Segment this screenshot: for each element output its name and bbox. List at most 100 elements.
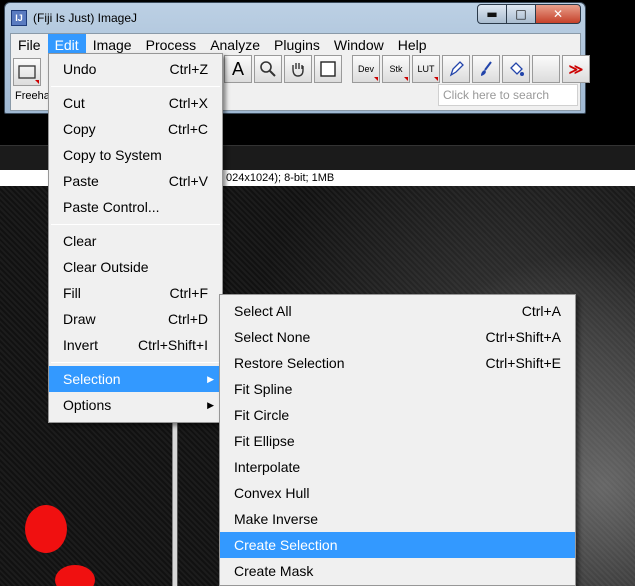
rectangle-icon (18, 65, 36, 79)
menu-item-clear[interactable]: Clear (49, 228, 222, 254)
hand-tool[interactable] (284, 55, 312, 83)
menu-item-restore-selection[interactable]: Restore Selection Ctrl+Shift+E (220, 350, 575, 376)
more-tools-button[interactable]: ≫ (562, 55, 590, 83)
bucket-icon (510, 62, 524, 76)
menu-separator (51, 224, 220, 225)
menu-item-create-mask[interactable]: Create Mask (220, 558, 575, 584)
menu-item-create-selection[interactable]: Create Selection (220, 532, 575, 558)
minimize-icon: ▬ (486, 7, 498, 21)
menu-file[interactable]: File (11, 34, 48, 56)
search-box[interactable]: Click here to search (438, 84, 578, 106)
menu-item-select-none[interactable]: Select None Ctrl+Shift+A (220, 324, 575, 350)
menu-item-cut[interactable]: Cut Ctrl+X (49, 90, 222, 116)
color-picker-tool[interactable] (314, 55, 342, 83)
close-icon: ✕ (552, 7, 564, 21)
menu-item-fit-spline[interactable]: Fit Spline (220, 376, 575, 402)
invert-label: Invert (63, 337, 99, 353)
fit-ellipse-label: Fit Ellipse (234, 433, 295, 449)
toolbar-right: A Dev Stk LUT ≫ (208, 55, 590, 83)
create-mask-label: Create Mask (234, 563, 314, 579)
square-icon (320, 61, 336, 77)
draw-shortcut: Ctrl+D (167, 311, 208, 327)
flood-fill-tool[interactable] (502, 55, 530, 83)
menu-item-undo[interactable]: Undo Ctrl+Z (49, 56, 222, 82)
menu-item-draw[interactable]: Draw Ctrl+D (49, 306, 222, 332)
menu-item-make-inverse[interactable]: Make Inverse (220, 506, 575, 532)
menu-item-invert[interactable]: Invert Ctrl+Shift+I (49, 332, 222, 358)
select-all-shortcut: Ctrl+A (521, 303, 561, 319)
imagej-app-icon: IJ (11, 10, 27, 26)
copy-to-system-label: Copy to System (63, 147, 162, 163)
toolbar (13, 58, 41, 86)
maximize-icon: □ (515, 7, 527, 21)
copy-shortcut: Ctrl+C (167, 121, 208, 137)
cut-shortcut: Ctrl+X (168, 95, 208, 111)
lut-label: LUT (417, 64, 435, 74)
dev-label: Dev (357, 64, 374, 74)
stk-label: Stk (389, 64, 403, 74)
paste-control-label: Paste Control... (63, 199, 160, 215)
menu-item-fit-circle[interactable]: Fit Circle (220, 402, 575, 428)
hand-icon (292, 63, 304, 77)
status-text: Freeha (15, 90, 50, 102)
red-cell-blob (25, 505, 67, 553)
paste-label: Paste (63, 173, 99, 189)
undo-label: Undo (63, 61, 97, 77)
menu-separator (51, 86, 220, 87)
window-title: (Fiji Is Just) ImageJ (33, 11, 138, 25)
menu-item-convex-hull[interactable]: Convex Hull (220, 480, 575, 506)
menu-item-fit-ellipse[interactable]: Fit Ellipse (220, 428, 575, 454)
text-tool[interactable]: A (224, 55, 252, 83)
text-tool-icon: A (231, 58, 244, 79)
menu-separator (51, 362, 220, 363)
pencil-icon (449, 61, 464, 77)
menu-item-options[interactable]: Options ▶ (49, 392, 222, 418)
submenu-arrow-icon: ▶ (207, 374, 214, 384)
double-chevron-right-icon: ≫ (568, 60, 584, 77)
select-all-label: Select All (234, 303, 292, 319)
edit-menu: Undo Ctrl+Z Cut Ctrl+X Copy Ctrl+C Copy to … (48, 53, 223, 423)
create-selection-label: Create Selection (234, 537, 338, 553)
menu-plugins[interactable]: Plugins (267, 34, 327, 56)
title-bar[interactable]: IJ (Fiji Is Just) ImageJ (11, 6, 137, 30)
draw-label: Draw (63, 311, 96, 327)
menu-item-paste[interactable]: Paste Ctrl+V (49, 168, 222, 194)
selection-submenu: Select All Ctrl+A Select None Ctrl+Shift+A… (219, 294, 576, 586)
restore-selection-label: Restore Selection (234, 355, 345, 371)
selection-label: Selection (63, 371, 121, 387)
cut-label: Cut (63, 95, 85, 111)
menu-item-selection[interactable]: Selection ▶ (49, 366, 222, 392)
menu-item-copy[interactable]: Copy Ctrl+C (49, 116, 222, 142)
menu-item-fill[interactable]: Fill Ctrl+F (49, 280, 222, 306)
menu-item-clear-outside[interactable]: Clear Outside (49, 254, 222, 280)
magnifier-icon (260, 61, 276, 77)
make-inverse-label: Make Inverse (234, 511, 319, 527)
menu-item-copy-to-system[interactable]: Copy to System (49, 142, 222, 168)
copy-label: Copy (63, 121, 96, 137)
rectangle-tool[interactable] (13, 58, 41, 86)
stk-tool[interactable]: Stk (382, 55, 410, 83)
menu-help[interactable]: Help (391, 34, 434, 56)
close-button[interactable]: ✕ (535, 4, 581, 24)
invert-shortcut: Ctrl+Shift+I (137, 337, 208, 353)
menu-window[interactable]: Window (327, 34, 391, 56)
zoom-tool[interactable] (254, 55, 282, 83)
menu-item-paste-control[interactable]: Paste Control... (49, 194, 222, 220)
fill-label: Fill (63, 285, 81, 301)
maximize-button[interactable]: □ (506, 4, 536, 24)
interpolate-label: Interpolate (234, 459, 301, 475)
menu-item-select-all[interactable]: Select All Ctrl+A (220, 298, 575, 324)
select-none-label: Select None (234, 329, 311, 345)
window-controls: ▬ □ ✕ (477, 4, 581, 24)
fit-spline-label: Fit Spline (234, 381, 293, 397)
paste-shortcut: Ctrl+V (168, 173, 208, 189)
minimize-button[interactable]: ▬ (477, 4, 507, 24)
dev-tool[interactable]: Dev (352, 55, 380, 83)
fill-shortcut: Ctrl+F (169, 285, 209, 301)
lut-tool[interactable]: LUT (412, 55, 440, 83)
select-none-shortcut: Ctrl+Shift+A (485, 329, 561, 345)
fit-circle-label: Fit Circle (234, 407, 290, 423)
brush-tool[interactable] (472, 55, 500, 83)
menu-item-interpolate[interactable]: Interpolate (220, 454, 575, 480)
pencil-tool[interactable] (442, 55, 470, 83)
